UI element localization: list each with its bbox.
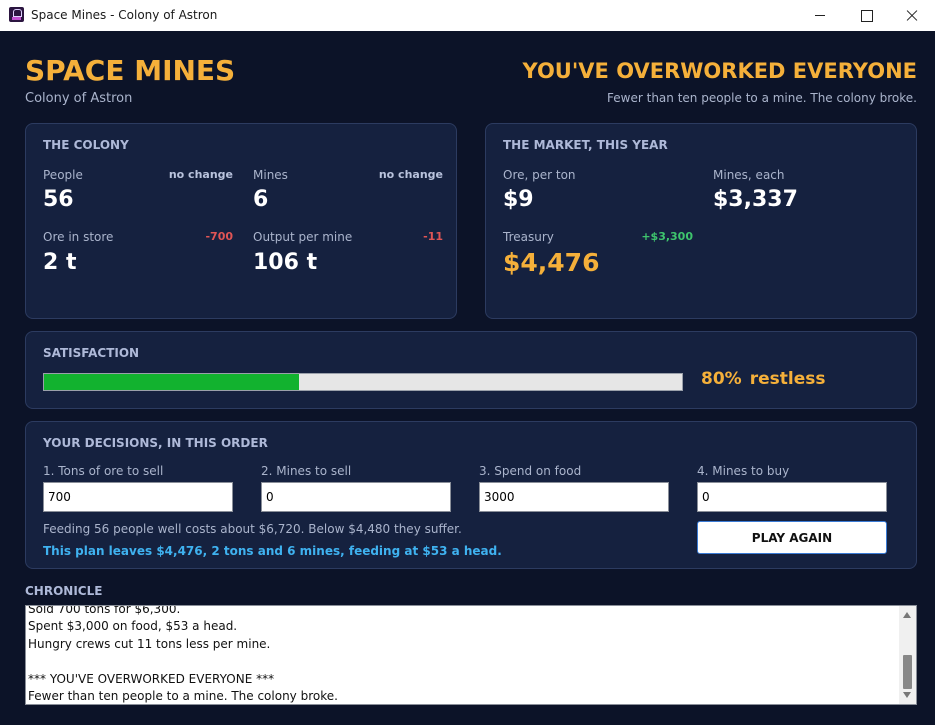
colony-panel: THE COLONY People no change 56 Mines no … [25,123,457,319]
ore-label: Ore in store [43,230,114,244]
scroll-thumb[interactable] [903,655,912,689]
window-title: Space Mines - Colony of Astron [31,8,218,22]
chronicle-line: Sold 700 tons for $6,300. [28,605,181,616]
mine-price-label: Mines, each [713,168,785,182]
mines-to-buy-input[interactable] [697,482,887,512]
chronicle-line: *** YOU'VE OVERWORKED EVERYONE *** [28,671,275,686]
people-change: no change [168,168,233,181]
app-subtitle: Colony of Astron [25,91,133,106]
mines-value: 6 [253,187,269,212]
satisfaction-mood: restless [749,369,826,389]
mines-to-buy-label: 4. Mines to buy [697,464,790,478]
treasury-label: Treasury [503,230,554,244]
chronicle-line: Spent $3,000 on food, $53 a head. [28,619,238,634]
decisions-panel: YOUR DECISIONS, IN THIS ORDER 1. Tons of… [25,421,917,569]
minimize-icon[interactable] [797,0,843,31]
satisfaction-bar-fill [44,374,300,390]
ore-value: 2 t [43,250,77,275]
ore-to-sell-label: 1. Tons of ore to sell [43,464,164,478]
chronicle-heading: CHRONICLE [25,584,103,598]
food-spend-input[interactable] [479,482,669,512]
chronicle-line [28,653,896,670]
play-again-button[interactable]: PLAY AGAIN [697,521,887,554]
colony-heading: THE COLONY [43,138,129,152]
ore-price-value: $9 [503,187,534,212]
plan-summary: This plan leaves $4,476, 2 tons and 6 mi… [43,544,502,558]
people-label: People [43,168,83,182]
app-title: SPACE MINES [25,54,236,87]
space-invader-icon [9,7,24,22]
ore-price-label: Ore, per ton [503,168,576,182]
satisfaction-percent: 80% [701,369,742,389]
scroll-up-icon[interactable] [903,612,911,618]
close-icon[interactable] [889,0,935,31]
chronicle-log[interactable]: Sold 700 tons for $6,300. Spent $3,000 o… [25,605,917,705]
feeding-info: Feeding 56 people well costs about $6,72… [43,522,462,536]
mines-change: no change [378,168,443,181]
treasury-value: $4,476 [503,248,600,277]
mines-to-sell-label: 2. Mines to sell [261,464,352,478]
status-headline: YOU'VE OVERWORKED EVERYONE [522,59,918,83]
satisfaction-bar [43,373,683,391]
output-value: 106 t [253,250,318,275]
output-label: Output per mine [253,230,353,244]
people-value: 56 [43,187,74,212]
mines-label: Mines [253,168,288,182]
decisions-heading: YOUR DECISIONS, IN THIS ORDER [43,436,268,450]
chronicle-lines: Sold 700 tons for $6,300. Spent $3,000 o… [28,605,896,704]
chronicle-scrollbar[interactable] [899,606,916,704]
window-titlebar: Space Mines - Colony of Astron [0,0,935,31]
satisfaction-panel: SATISFACTION 80% restless [25,331,917,409]
treasury-change: +$3,300 [641,230,693,243]
output-change: -11 [423,230,443,243]
market-panel: THE MARKET, THIS YEAR Ore, per ton $9 Mi… [485,123,917,319]
ore-to-sell-input[interactable] [43,482,233,512]
chronicle-line: Hungry crews cut 11 tons less per mine. [28,636,271,651]
chronicle-line: Fewer than ten people to a mine. The col… [28,688,338,703]
scroll-down-icon[interactable] [903,692,911,698]
mines-to-sell-input[interactable] [261,482,451,512]
market-heading: THE MARKET, THIS YEAR [503,138,668,152]
maximize-icon[interactable] [843,0,889,31]
satisfaction-readout: 80% restless [701,369,833,389]
ore-change: -700 [205,230,233,243]
satisfaction-heading: SATISFACTION [43,346,140,360]
food-spend-label: 3. Spend on food [479,464,582,478]
mine-price-value: $3,337 [713,187,798,212]
status-detail: Fewer than ten people to a mine. The col… [607,91,917,105]
